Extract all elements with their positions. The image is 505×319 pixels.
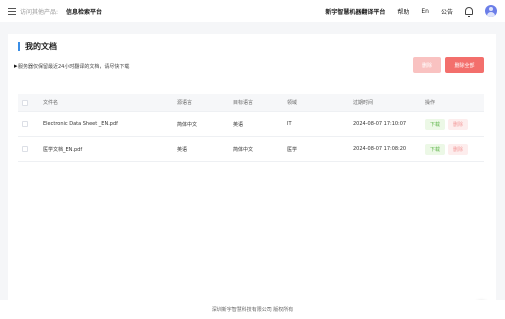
row-source-language: 简体中文 [177, 121, 198, 128]
footer-copyright: 深圳新宇智慧科技有限公司 版权所有 [0, 300, 505, 319]
retention-notice: 服务器仅保留最近24小时翻译的文档，请尽快下载 [18, 64, 130, 70]
header-source-language: 源语言 [177, 100, 193, 106]
row-select-cell [18, 146, 37, 152]
download-button[interactable]: 下载 [425, 143, 445, 155]
row-expiry-time: 2024-08-07 17:08:20 [353, 146, 407, 152]
header-expiry-time: 过期时间 [353, 100, 374, 106]
select-all-checkbox[interactable] [22, 99, 28, 106]
row-domain: IT [287, 121, 292, 127]
row-select-cell [18, 121, 37, 127]
product-link-retrieval[interactable]: 信息检索平台 [66, 7, 102, 16]
row-domain: 医学 [287, 146, 298, 153]
platform-name-link[interactable]: 新宇智慧机器翻译平台 [325, 7, 385, 16]
table-header-row: 文件名 源语言 目标语言 领域 过期时间 操作 [18, 94, 484, 112]
row-expiry-time: 2024-08-07 17:10:07 [353, 121, 407, 127]
row-source-language: 英语 [177, 146, 188, 153]
delete-button[interactable]: 删除 [413, 57, 441, 73]
header-filename: 文件名 [43, 100, 59, 106]
header-actions: 操作 [425, 100, 436, 106]
announcement-link[interactable]: 公告 [441, 7, 453, 16]
help-link[interactable]: 帮助 [397, 7, 409, 16]
menu-icon[interactable] [8, 7, 16, 15]
bell-icon[interactable] [465, 7, 473, 17]
other-products-label: 访问其他产品: [20, 8, 59, 16]
row-target-language: 英语 [233, 121, 244, 128]
mouse-cursor-icon: ▸ [14, 62, 18, 70]
row-delete-button[interactable]: 删除 [448, 143, 468, 155]
row-filename: 医学文档_EN.pdf [43, 146, 83, 153]
delete-all-button[interactable]: 删除全部 [445, 57, 484, 73]
row-filename: Electronic Data Sheet _EN.pdf [43, 121, 118, 127]
row-actions: 下载 删除 [425, 143, 484, 155]
documents-card: 我的文档 ▸ 服务器仅保留最近24小时翻译的文档，请尽快下载 删除 删除全部 文… [8, 34, 496, 300]
header-domain: 领域 [287, 100, 298, 106]
header-target-language: 目标语言 [233, 100, 254, 106]
top-right-nav: 新宇智慧机器翻译平台 帮助 En 公告 [325, 5, 497, 17]
page-content: 我的文档 ▸ 服务器仅保留最近24小时翻译的文档，请尽快下载 删除 删除全部 文… [0, 22, 505, 317]
page-title: 我的文档 [18, 42, 57, 51]
row-checkbox[interactable] [22, 146, 28, 152]
documents-table: 文件名 源语言 目标语言 领域 过期时间 操作 Electronic Data … [18, 94, 484, 162]
download-button[interactable]: 下载 [425, 118, 445, 130]
table-row: Electronic Data Sheet _EN.pdf 简体中文 英语 IT… [18, 112, 484, 137]
top-navigation-bar: 访问其他产品: 信息检索平台 新宇智慧机器翻译平台 帮助 En 公告 [0, 0, 505, 22]
user-avatar[interactable] [485, 5, 497, 17]
row-delete-button[interactable]: 删除 [448, 118, 468, 130]
select-all-cell [18, 99, 37, 106]
language-switch[interactable]: En [421, 8, 429, 15]
row-actions: 下载 删除 [425, 118, 484, 130]
row-target-language: 简体中文 [233, 146, 254, 153]
table-row: 医学文档_EN.pdf 英语 简体中文 医学 2024-08-07 17:08:… [18, 137, 484, 162]
row-checkbox[interactable] [22, 121, 28, 127]
